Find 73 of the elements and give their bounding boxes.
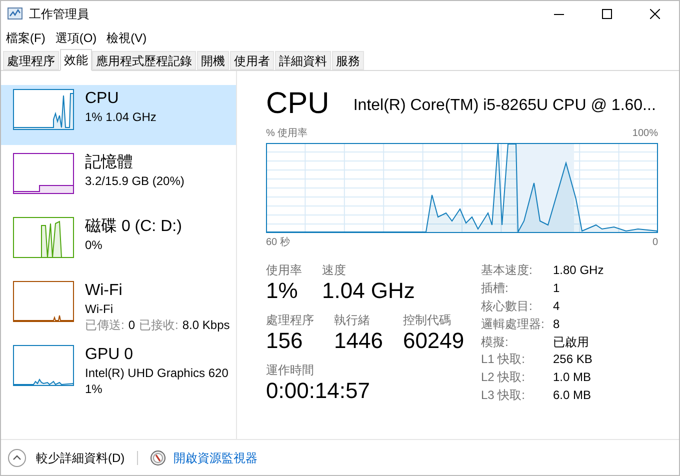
spec-label: L3 快取: bbox=[481, 387, 526, 404]
app-icon bbox=[7, 7, 23, 21]
sidebar-item[interactable]: CPU 1% 1.04 GHz bbox=[1, 85, 236, 145]
tab[interactable]: 處理程序 bbox=[3, 51, 59, 70]
stat-label: 使用率 bbox=[266, 262, 302, 278]
stat-label: 已接收: bbox=[139, 317, 178, 333]
spec-value: 8 bbox=[553, 316, 561, 332]
stat-label: 執行緒 bbox=[334, 312, 371, 328]
spec-value: 6.0 MB bbox=[553, 387, 592, 404]
spec-value: 4 bbox=[553, 298, 561, 315]
tab[interactable]: 詳細資料 bbox=[275, 51, 331, 70]
maximize-icon[interactable] bbox=[602, 9, 612, 19]
spec-value: 已啟用 bbox=[553, 334, 590, 350]
usage-thumbnail bbox=[13, 153, 74, 194]
device-summary: 3.2/15.9 GB (20%) bbox=[85, 173, 184, 189]
window-title: 工作管理員 bbox=[29, 6, 89, 23]
stat-value: 0 bbox=[128, 317, 136, 333]
resource-monitor-link[interactable]: 開啟資源監視器 bbox=[174, 448, 258, 466]
graph-label: 0 bbox=[652, 236, 658, 250]
stat-label: 運作時間 bbox=[266, 362, 315, 378]
chevron-up-icon bbox=[8, 448, 26, 466]
stat-value: 0:00:14:57 bbox=[266, 378, 370, 404]
tab[interactable]: 效能 bbox=[60, 49, 92, 71]
graph-label: 100% bbox=[632, 127, 658, 141]
spec-label: 基本速度: bbox=[481, 262, 534, 279]
tab[interactable]: 使用者 bbox=[230, 51, 274, 70]
tab[interactable]: 應用程式歷程記錄 bbox=[92, 51, 196, 70]
cpu-model: Intel(R) Core(TM) i5-8265U CPU @ 1.60... bbox=[353, 96, 656, 116]
spec-value: 1.80 GHz bbox=[553, 262, 604, 279]
stat-value: 156 bbox=[266, 328, 304, 354]
graph-label: % 使用率 bbox=[266, 126, 308, 141]
close-icon[interactable] bbox=[650, 9, 660, 19]
usage-thumbnail bbox=[13, 281, 74, 322]
menu-item[interactable]: 檔案(F) bbox=[3, 29, 48, 47]
stat-value: 1446 bbox=[334, 328, 383, 354]
device-name: CPU bbox=[85, 89, 120, 109]
device-summary: 1% bbox=[85, 381, 104, 397]
device-summary: 1% 1.04 GHz bbox=[85, 109, 156, 125]
spec-label: 插槽: bbox=[481, 280, 510, 297]
device-summary: Intel(R) UHD Graphics 620 bbox=[85, 365, 228, 381]
spec-label: L2 快取: bbox=[481, 369, 526, 386]
device-name: GPU 0 bbox=[85, 345, 134, 365]
gauge-icon bbox=[150, 450, 166, 466]
usage-thumbnail bbox=[13, 89, 74, 130]
tab[interactable]: 服務 bbox=[332, 51, 364, 70]
device-summary: Wi-Fi bbox=[85, 301, 114, 317]
spec-value: 1 bbox=[553, 280, 561, 297]
stat-value: 1% bbox=[266, 278, 299, 304]
stat-label: 控制代碼 bbox=[402, 312, 452, 328]
device-summary: 0% bbox=[85, 237, 104, 253]
spec-label: 邏輯處理器: bbox=[481, 316, 546, 332]
device-name: 磁碟 0 (C: D:) bbox=[85, 217, 182, 237]
device-name: Wi-Fi bbox=[85, 281, 124, 301]
menu-item[interactable]: 檢視(V) bbox=[104, 29, 150, 47]
stat-label: 處理程序 bbox=[266, 312, 314, 328]
graph-label: 60 秒 bbox=[266, 236, 290, 250]
cpu-heading: CPU bbox=[266, 87, 330, 121]
device-name: 記憶體 bbox=[85, 153, 134, 173]
stat-label: 已傳送: bbox=[85, 317, 124, 333]
stat-value: 60249 bbox=[402, 328, 464, 354]
spec-value: 256 KB bbox=[553, 351, 594, 368]
spec-label: 模擬: bbox=[481, 334, 510, 350]
spec-value: 1.0 MB bbox=[553, 369, 592, 386]
stat-value: 8.0 Kbps bbox=[182, 317, 230, 333]
stat-label: 速度 bbox=[322, 262, 347, 278]
usage-thumbnail bbox=[13, 345, 74, 386]
stat-value: 1.04 GHz bbox=[322, 278, 415, 304]
spec-label: L1 快取: bbox=[481, 351, 526, 368]
fewer-details-button[interactable]: 較少詳細資料(D) bbox=[8, 448, 125, 466]
spec-label: 核心數目: bbox=[481, 298, 534, 315]
menu-item[interactable]: 選項(O) bbox=[52, 29, 100, 47]
usage-thumbnail bbox=[13, 217, 74, 258]
tab[interactable]: 開機 bbox=[197, 51, 229, 70]
